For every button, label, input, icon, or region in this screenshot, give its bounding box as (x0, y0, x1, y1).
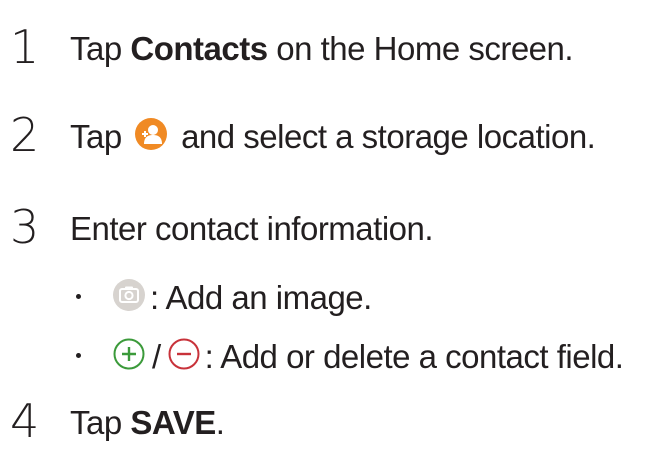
step-text: Tap Contacts on the Home screen. (70, 30, 574, 67)
step-number: 1 (10, 20, 40, 74)
step-number: 2 (10, 108, 40, 162)
step-text: Tap and select a storage location. (70, 117, 596, 156)
save-label: SAVE (130, 404, 216, 441)
add-contact-icon (134, 117, 168, 156)
bullet-label: : Add or delete a contact field. (204, 338, 624, 375)
step-number: 3 (10, 200, 40, 254)
bullet-add-delete-field: / : Add or delete a contact field. (0, 335, 666, 375)
step-3: 3 Enter contact information. (0, 202, 666, 252)
contacts-label: Contacts (130, 30, 268, 67)
bullet-dot (76, 353, 81, 358)
step-4: 4 Tap SAVE. (0, 396, 666, 446)
step-2: 2 Tap and select a storage location. (0, 110, 666, 160)
step-text: Tap SAVE. (70, 404, 225, 441)
step-number: 4 (10, 394, 40, 448)
camera-icon (112, 278, 146, 317)
step-1: 1 Tap Contacts on the Home screen. (0, 22, 666, 72)
separator: / (152, 338, 161, 375)
bullet-label: : Add an image. (150, 279, 372, 316)
bullet-dot (76, 294, 81, 299)
plus-circle-icon (112, 337, 146, 376)
step-text: Enter contact information. (70, 210, 434, 247)
minus-circle-icon (167, 337, 201, 376)
bullet-add-image: : Add an image. (0, 276, 666, 316)
